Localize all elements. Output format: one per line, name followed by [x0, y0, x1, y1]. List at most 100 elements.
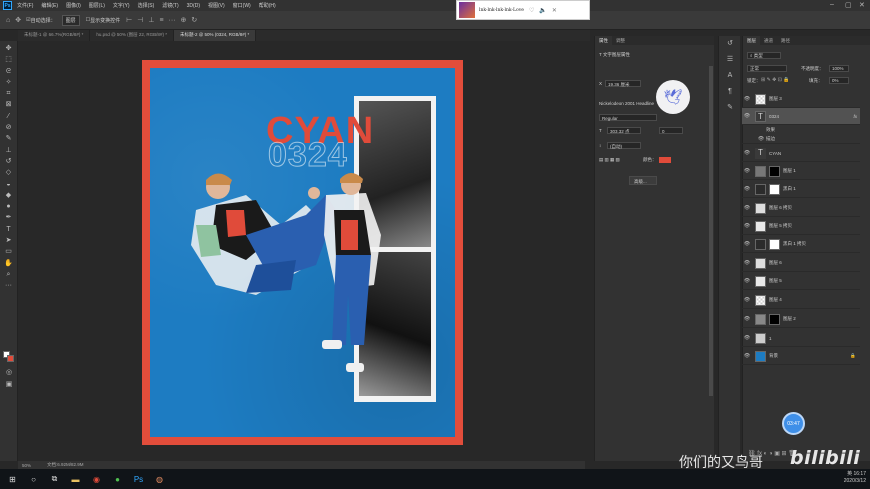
lock-icons[interactable]: ⊞ ✎ ✥ ⊡ 🔒: [761, 77, 790, 83]
tab-channels[interactable]: 通道: [760, 36, 777, 45]
frame-tool-icon[interactable]: ⊠: [3, 99, 15, 110]
transform-controls-checkbox[interactable]: ☐ 显示变换控件: [86, 17, 121, 24]
history-panel-icon[interactable]: ↺: [719, 36, 741, 52]
font-size-field[interactable]: 303.32 点: [607, 127, 641, 134]
visibility-eye-icon[interactable]: 👁: [742, 260, 752, 266]
tab-adjustments[interactable]: 调整: [612, 36, 629, 45]
history-brush-icon[interactable]: ↺: [3, 156, 15, 167]
rotate-3d-icon[interactable]: ↻: [191, 16, 197, 24]
properties-scrollbar[interactable]: [709, 66, 713, 396]
music-app-icon[interactable]: ◍: [151, 472, 168, 486]
move-tool-icon[interactable]: ✥: [3, 43, 15, 54]
layer-row[interactable]: 👁 图层 3: [742, 91, 860, 108]
opacity-field[interactable]: 100%: [829, 65, 849, 72]
more-tools-icon[interactable]: ···: [3, 280, 15, 291]
minimize-icon[interactable]: –: [830, 1, 834, 8]
zoom-level[interactable]: 50%: [22, 463, 31, 468]
layer-row[interactable]: 👁 图层 5: [742, 273, 860, 290]
menu-layer[interactable]: 图层(L): [89, 2, 105, 9]
menu-edit[interactable]: 编辑(E): [41, 2, 58, 9]
magic-wand-icon[interactable]: ✧: [3, 77, 15, 88]
path-select-icon[interactable]: ➤: [3, 235, 15, 246]
menu-image[interactable]: 图像(I): [66, 2, 81, 9]
brush-panel-icon[interactable]: ✎: [719, 100, 741, 116]
eyedropper-icon[interactable]: ⁄: [3, 111, 15, 122]
tab-doc-1[interactable]: 未标题-1 @ 66.7%(RGB/8#) *: [18, 30, 91, 41]
tab-layers[interactable]: 图层: [743, 36, 760, 45]
align-center-icon[interactable]: ⊣: [137, 16, 143, 24]
wechat-icon[interactable]: ●: [109, 472, 126, 486]
tab-paths[interactable]: 路径: [777, 36, 794, 45]
blur-tool-icon[interactable]: ◆: [3, 190, 15, 201]
visibility-eye-icon[interactable]: 👁: [742, 150, 752, 156]
clock-time[interactable]: 16:17: [853, 471, 866, 477]
windows-start-icon[interactable]: ⊞: [4, 472, 21, 486]
maximize-icon[interactable]: ▢: [845, 1, 852, 9]
menu-select[interactable]: 选择(S): [138, 2, 155, 9]
visibility-eye-icon[interactable]: 👁: [742, 278, 752, 284]
quick-mask-icon[interactable]: ◎: [3, 367, 15, 378]
paragraph-panel-icon[interactable]: ¶: [719, 84, 741, 100]
screen-mode-icon[interactable]: ▣: [3, 379, 15, 390]
tracking-field[interactable]: 0: [659, 127, 683, 134]
menu-file[interactable]: 文件(F): [17, 2, 33, 9]
type-tool-icon[interactable]: T: [3, 224, 15, 235]
visibility-eye-icon[interactable]: 👁: [742, 113, 752, 119]
fill-field[interactable]: 0%: [829, 77, 849, 84]
volume-icon[interactable]: 🔈: [539, 7, 546, 14]
brush-tool-icon[interactable]: ✎: [3, 133, 15, 144]
visibility-eye-icon[interactable]: 👁: [742, 241, 752, 247]
file-explorer-icon[interactable]: ▬: [67, 472, 84, 486]
background-color-swatch[interactable]: [7, 355, 14, 362]
marquee-tool-icon[interactable]: ⬚: [3, 54, 15, 65]
layer-row[interactable]: 👁 图层 2: [742, 311, 860, 328]
layer-row[interactable]: 👁 背景 🔒: [742, 348, 860, 365]
layer-row[interactable]: 👁 黑白 1: [742, 181, 860, 198]
rectangle-tool-icon[interactable]: ▭: [3, 246, 15, 257]
crop-tool-icon[interactable]: ⌗: [3, 88, 15, 99]
move-tool-icon[interactable]: ✥: [15, 16, 21, 24]
layer-row[interactable]: 👁 图层 6: [742, 255, 860, 272]
menu-type[interactable]: 文字(Y): [113, 2, 130, 9]
tab-doc-2[interactable]: hu.psd @ 50% (图层 22, RGB/8#) *: [90, 30, 174, 41]
more-options-icon[interactable]: ···: [169, 17, 176, 24]
layer-filter-dropdown[interactable]: ⌕ 类型: [747, 52, 781, 59]
visibility-eye-icon[interactable]: 👁: [742, 353, 752, 359]
close-icon[interactable]: ✕: [859, 1, 865, 9]
visibility-eye-icon[interactable]: 👁: [742, 316, 752, 322]
home-icon[interactable]: ⌂: [6, 17, 10, 24]
visibility-eye-icon[interactable]: 👁: [742, 168, 752, 174]
menu-window[interactable]: 窗口(W): [233, 2, 251, 9]
visibility-eye-icon[interactable]: 👁: [742, 223, 752, 229]
healing-brush-icon[interactable]: ⊘: [3, 122, 15, 133]
layer-row[interactable]: 👁 图层 4: [742, 292, 860, 309]
visibility-eye-icon[interactable]: 👁: [742, 205, 752, 211]
visibility-eye-icon[interactable]: 👁: [742, 186, 752, 192]
blend-mode-dropdown[interactable]: 正常: [747, 65, 787, 72]
menu-help[interactable]: 帮助(H): [259, 2, 276, 9]
photoshop-taskbar-icon[interactable]: Ps: [130, 472, 147, 486]
auto-select-dropdown[interactable]: 图层: [61, 14, 80, 26]
chrome-icon[interactable]: ◉: [88, 472, 105, 486]
menu-filter[interactable]: 滤镜(T): [162, 2, 178, 9]
layer-row[interactable]: 👁 T CYAN: [742, 145, 860, 162]
close-icon[interactable]: ✕: [552, 7, 557, 14]
layer-row[interactable]: 👁 1: [742, 330, 860, 347]
visibility-eye-icon[interactable]: 👁: [742, 96, 752, 102]
x-position-field[interactable]: 19.36 厘米: [605, 80, 641, 87]
eraser-tool-icon[interactable]: ◇: [3, 167, 15, 178]
visibility-eye-icon[interactable]: 👁: [756, 136, 766, 142]
tab-properties[interactable]: 属性: [595, 36, 612, 45]
stamp-tool-icon[interactable]: ⊥: [3, 145, 15, 156]
pen-tool-icon[interactable]: ✒: [3, 212, 15, 223]
layer-row[interactable]: 👁 图层 1: [742, 163, 860, 180]
recording-timer[interactable]: 03:47: [782, 412, 805, 435]
fx-badge[interactable]: fx: [853, 114, 857, 119]
visibility-eye-icon[interactable]: 👁: [742, 335, 752, 341]
task-view-icon[interactable]: ⧉: [46, 472, 63, 486]
effects-row[interactable]: 效果: [742, 125, 860, 134]
clock-date[interactable]: 2020/3/12: [844, 478, 866, 484]
character-panel-icon[interactable]: A: [719, 68, 741, 84]
advanced-button[interactable]: 高级...: [629, 176, 657, 185]
tab-doc-3[interactable]: 未标题-2 @ 50% (0324, RGB/8#) *: [173, 30, 257, 41]
